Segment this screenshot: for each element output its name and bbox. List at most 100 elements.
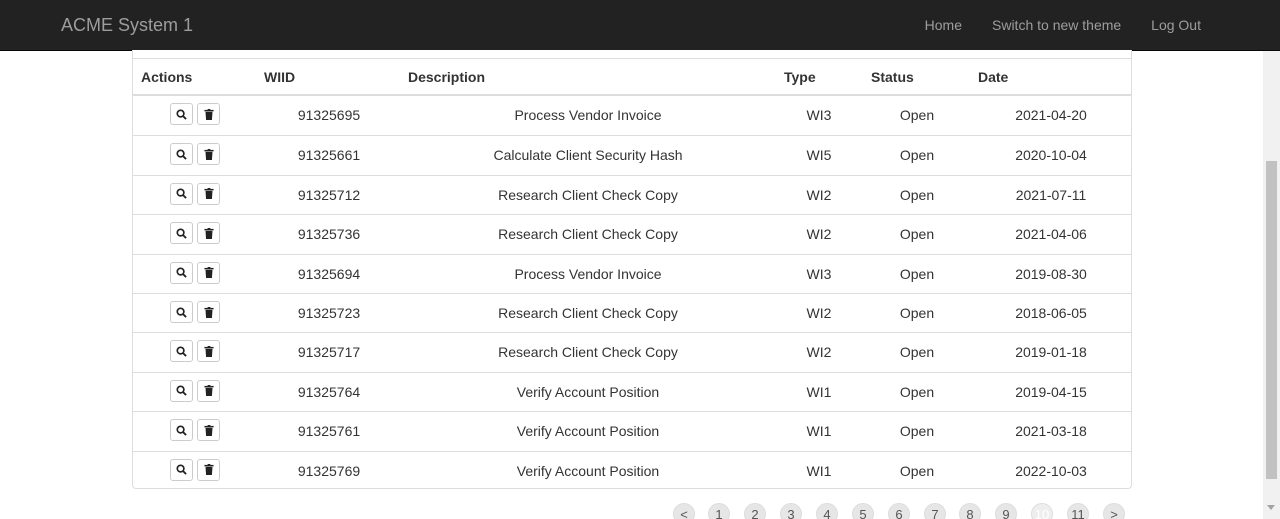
header-wiid[interactable]: WIID — [264, 69, 295, 86]
cell-description: Research Client Check Copy — [498, 226, 678, 243]
cell-status: Open — [899, 147, 935, 164]
trash-icon — [203, 188, 214, 200]
header-date[interactable]: Date — [978, 69, 1008, 86]
view-button[interactable] — [170, 261, 193, 284]
cell-type: WI3 — [806, 107, 832, 123]
cell-status: Open — [899, 305, 935, 321]
delete-button[interactable] — [197, 458, 220, 481]
view-button[interactable] — [170, 301, 193, 323]
header-description[interactable]: Description — [408, 69, 485, 86]
view-button[interactable] — [170, 458, 193, 481]
delete-button[interactable] — [197, 143, 220, 166]
cell-date: 2021-07-11 — [1015, 186, 1087, 203]
prev-page-button[interactable]: < — [673, 503, 695, 519]
table-row: 91325769 Verify Account Position WI1 Open 20… — [133, 450, 1131, 490]
header-status[interactable]: Status — [871, 69, 914, 86]
cell-wiid: 91325723 — [297, 305, 361, 321]
search-icon — [176, 306, 187, 318]
table-row: 91325694 Process Vendor Invoice WI3 Open 201… — [133, 253, 1131, 293]
delete-button[interactable] — [197, 182, 220, 205]
cell-description: Research Client Check Copy — [498, 305, 678, 321]
view-button[interactable] — [170, 103, 193, 125]
view-button[interactable] — [170, 222, 193, 245]
nav-link-log-out[interactable]: Log Out — [1151, 15, 1201, 35]
header-type[interactable]: Type — [784, 69, 816, 86]
table-row: 91325661 Calculate Client Security Hash WI… — [133, 135, 1131, 174]
view-button[interactable] — [170, 143, 193, 166]
table-row: 91325712 Research Client Check Copy WI2 Ope… — [133, 174, 1131, 214]
cell-wiid: 91325761 — [297, 423, 361, 440]
scroll-down-arrow-icon[interactable] — [1267, 505, 1275, 510]
delete-button[interactable] — [197, 222, 220, 245]
page-button-9[interactable]: 9 — [995, 503, 1017, 519]
cell-type: WI1 — [806, 462, 832, 479]
brand-title[interactable]: ACME System 1 — [61, 15, 193, 35]
delete-button[interactable] — [197, 340, 220, 363]
cell-description: Verify Account Position — [516, 462, 660, 479]
scrollbar-thumb[interactable] — [1266, 161, 1277, 479]
cell-date: 2019-08-30 — [1015, 265, 1087, 282]
trash-icon — [203, 424, 214, 436]
page-button-7[interactable]: 7 — [924, 503, 946, 519]
cell-status: Open — [899, 383, 935, 400]
cell-date: 2018-06-05 — [1015, 305, 1087, 321]
cell-wiid: 91325661 — [297, 147, 361, 164]
cell-wiid: 91325712 — [297, 186, 361, 203]
trash-icon — [203, 464, 214, 476]
view-button[interactable] — [170, 340, 193, 363]
page-button-5[interactable]: 5 — [852, 503, 874, 519]
view-button[interactable] — [170, 419, 193, 442]
delete-button[interactable] — [197, 103, 220, 125]
nav-links: Home Switch to new theme Log Out — [895, 0, 1201, 50]
page-button-3[interactable]: 3 — [780, 503, 802, 519]
cell-status: Open — [899, 107, 935, 123]
cell-date: 2022-10-03 — [1015, 462, 1087, 479]
view-button[interactable] — [170, 379, 193, 402]
trash-icon — [203, 267, 214, 279]
delete-button[interactable] — [197, 419, 220, 442]
cell-date: 2021-03-18 — [1015, 423, 1087, 440]
cell-description: Research Client Check Copy — [498, 186, 678, 203]
table-row: 91325723 Research Client Check Copy WI2 Ope… — [133, 293, 1131, 332]
search-icon — [176, 385, 187, 397]
cell-date: 2019-04-15 — [1015, 383, 1087, 400]
cell-wiid: 91325717 — [297, 344, 361, 361]
page-button-4[interactable]: 4 — [816, 503, 838, 519]
search-icon — [176, 464, 187, 475]
trash-icon — [203, 306, 214, 318]
cell-description: Process Vendor Invoice — [514, 265, 662, 282]
view-button[interactable] — [170, 182, 193, 205]
delete-button[interactable] — [197, 261, 220, 284]
table-header-row: Actions WIID Description Type Status Dat… — [133, 59, 1131, 96]
trash-icon — [203, 227, 214, 239]
cell-status: Open — [899, 226, 935, 243]
delete-button[interactable] — [197, 301, 220, 323]
cell-wiid: 91325695 — [297, 107, 361, 123]
work-items-table: Actions WIID Description Type Status Dat… — [132, 50, 1132, 489]
trash-icon — [203, 385, 214, 397]
cell-date: 2019-01-18 — [1015, 344, 1087, 361]
page-button-1[interactable]: 1 — [708, 503, 730, 519]
page-button-6[interactable]: 6 — [888, 503, 910, 519]
page-button-10[interactable]: 10 — [1031, 503, 1053, 519]
page-scrollbar[interactable] — [1263, 51, 1280, 519]
trash-icon — [203, 108, 214, 120]
cell-date: 2021-04-20 — [1015, 107, 1087, 123]
page-button-2[interactable]: 2 — [744, 503, 766, 519]
header-actions[interactable]: Actions — [141, 69, 192, 86]
next-page-button[interactable]: > — [1103, 503, 1125, 519]
search-icon — [176, 228, 187, 239]
cell-type: WI2 — [806, 305, 832, 321]
search-icon — [176, 149, 187, 160]
cell-type: WI5 — [806, 147, 832, 164]
delete-button[interactable] — [197, 379, 220, 402]
cell-description: Process Vendor Invoice — [514, 107, 662, 123]
cell-date: 2021-04-06 — [1015, 226, 1087, 243]
page-button-11[interactable]: 11 — [1067, 503, 1089, 519]
cell-wiid: 91325694 — [297, 265, 361, 282]
search-icon — [176, 188, 187, 200]
search-icon — [176, 346, 187, 357]
page-button-8[interactable]: 8 — [959, 503, 981, 519]
nav-link-home[interactable]: Home — [925, 15, 962, 35]
nav-link-switch-theme[interactable]: Switch to new theme — [992, 15, 1121, 35]
